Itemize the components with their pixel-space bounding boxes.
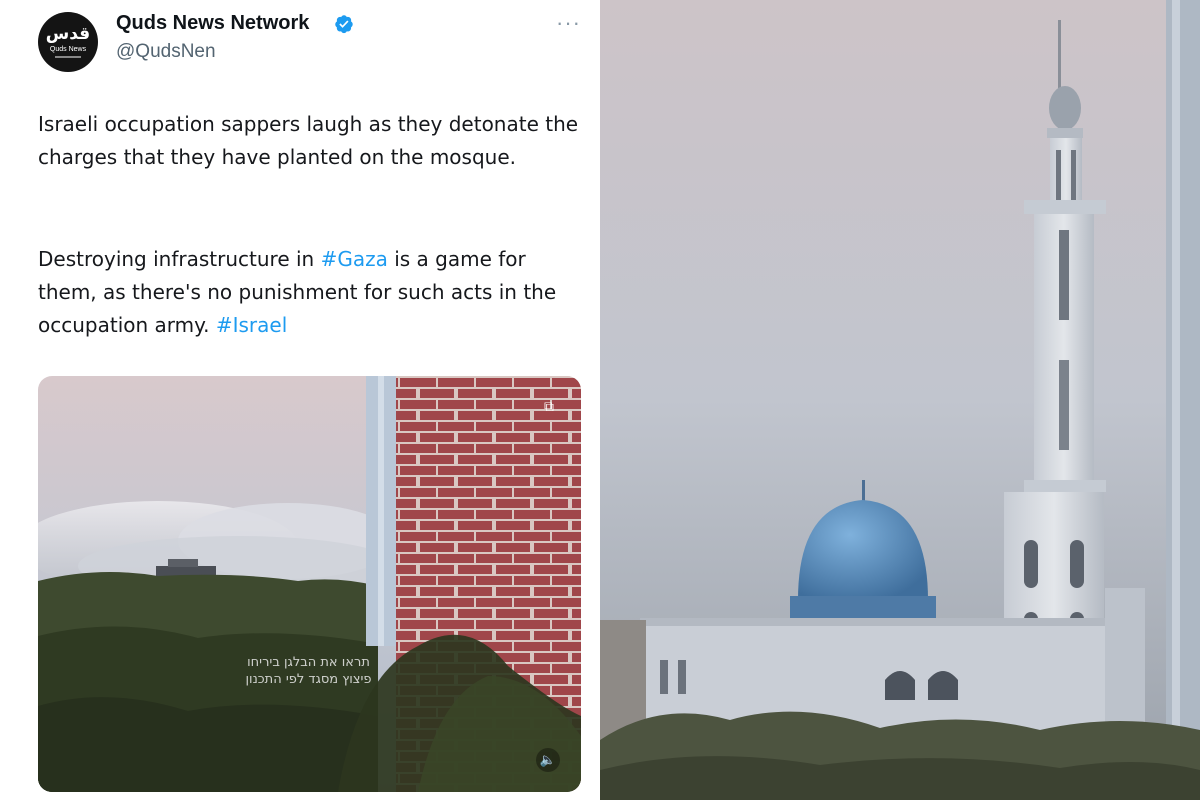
- user-handle[interactable]: @QudsNen: [116, 41, 216, 63]
- mosque-photo: [600, 0, 1200, 800]
- tweet-text-paragraph-2: Destroying infrastructure in #Gaza is a …: [38, 243, 583, 342]
- display-name[interactable]: Quds News Network: [116, 12, 309, 35]
- avatar-logo-text: قدس: [45, 24, 91, 44]
- video-frame-image: [38, 376, 581, 792]
- mosque-image: [600, 0, 1200, 800]
- hashtag-gaza-link[interactable]: #Gaza: [321, 247, 388, 271]
- tweet-video[interactable]: תראו את הבלגן ביריחו פיצוץ מסגד לפי התכנ…: [38, 376, 581, 792]
- verified-badge-icon: [335, 15, 353, 34]
- video-caption-line-1: תראו את הבלגן ביריחו: [247, 655, 370, 670]
- avatar-logo-line: [55, 56, 81, 58]
- video-caption: תראו את הבלגן ביריחו פיצוץ מסגד לפי התכנ…: [206, 654, 411, 688]
- hashtag-israel-link[interactable]: #Israel: [216, 313, 287, 337]
- avatar[interactable]: قدس Quds News: [38, 12, 98, 72]
- media-toggle-icon[interactable]: ⧉: [538, 398, 560, 416]
- speaker-icon[interactable]: 🔈: [536, 748, 560, 772]
- video-caption-line-2: פיצוץ מסגד לפי התכנון: [245, 672, 372, 687]
- tweet-text-paragraph-1: Israeli occupation sappers laugh as they…: [38, 112, 579, 169]
- tweet-text: Destroying infrastructure in: [38, 247, 321, 271]
- avatar-logo-subtitle: Quds News: [49, 46, 87, 53]
- tweet-card: قدس Quds News Quds News Network @QudsNen…: [0, 0, 600, 800]
- ellipsis-icon[interactable]: ···: [556, 10, 581, 36]
